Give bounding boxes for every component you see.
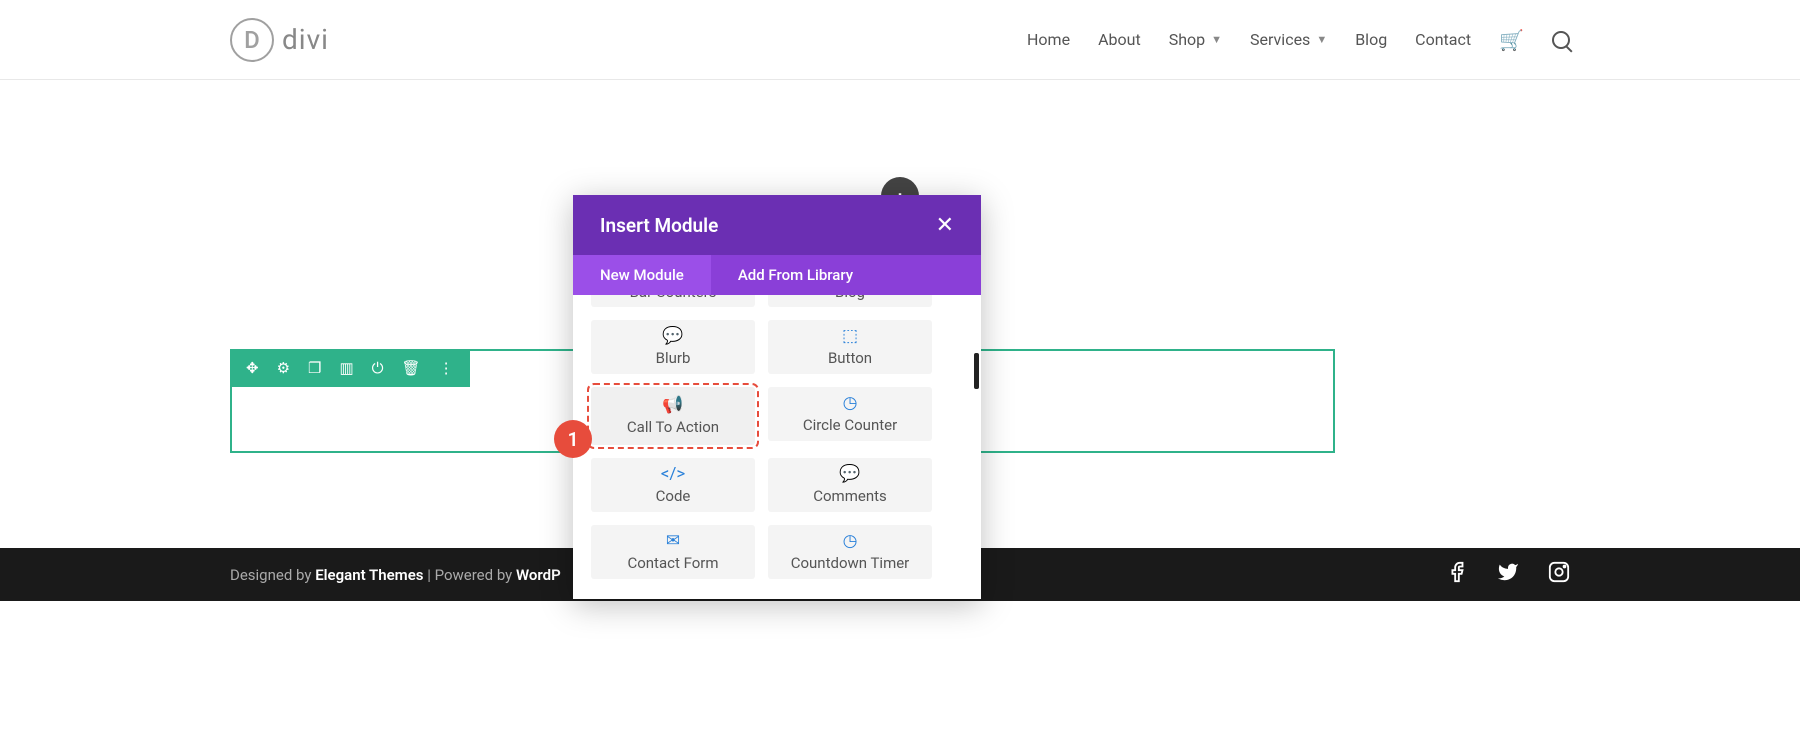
- footer-brand[interactable]: Elegant Themes: [315, 566, 423, 584]
- timer-icon: ◷: [843, 533, 858, 550]
- chat-icon: 💬: [662, 328, 683, 345]
- settings-icon[interactable]: ⚙: [277, 359, 290, 377]
- instagram-icon[interactable]: [1548, 561, 1570, 589]
- cart-icon[interactable]: 🛒: [1499, 28, 1524, 52]
- module-grid: Bar Counters Blog 💬 Blurb ⬚ Button 📢 Cal…: [591, 295, 963, 579]
- logo[interactable]: D divi: [230, 18, 329, 62]
- logo-text: divi: [282, 23, 329, 56]
- module-bar-counters[interactable]: Bar Counters: [591, 295, 755, 307]
- modal-tabs: New Module Add From Library: [573, 255, 981, 295]
- editor-area: + ✥ ⚙ ❐ ▥ ⏻ 🗑 ⋮ Insert Module ✕ New Modu…: [0, 80, 1800, 731]
- nav-shop-label: Shop: [1169, 30, 1205, 49]
- module-label: Code: [656, 487, 691, 505]
- close-icon[interactable]: ✕: [936, 213, 954, 238]
- module-blurb[interactable]: 💬 Blurb: [591, 320, 755, 374]
- footer-platform[interactable]: WordP: [516, 566, 561, 584]
- more-icon[interactable]: ⋮: [439, 359, 454, 377]
- move-icon[interactable]: ✥: [246, 359, 259, 377]
- scrollbar-thumb[interactable]: [974, 353, 979, 389]
- power-icon[interactable]: ⏻: [372, 359, 384, 377]
- code-icon: </>: [661, 466, 686, 483]
- nav-shop[interactable]: Shop ▼: [1169, 30, 1222, 49]
- tab-new-module[interactable]: New Module: [573, 255, 711, 295]
- duplicate-icon[interactable]: ❐: [308, 359, 321, 377]
- insert-module-modal: Insert Module ✕ New Module Add From Libr…: [573, 195, 981, 599]
- module-contact-form[interactable]: ✉ Contact Form: [591, 525, 755, 579]
- chevron-down-icon: ▼: [1316, 33, 1327, 46]
- module-label: Blog: [835, 295, 865, 301]
- search-icon[interactable]: [1552, 31, 1570, 49]
- module-label: Contact Form: [627, 554, 718, 572]
- modal-body: Bar Counters Blog 💬 Blurb ⬚ Button 📢 Cal…: [573, 295, 981, 599]
- button-icon: ⬚: [842, 328, 858, 345]
- module-blog[interactable]: Blog: [768, 295, 932, 307]
- chevron-down-icon: ▼: [1211, 33, 1222, 46]
- circle-counter-icon: ◷: [843, 395, 858, 412]
- module-circle-counter[interactable]: ◷ Circle Counter: [768, 387, 932, 441]
- module-code[interactable]: </> Code: [591, 458, 755, 512]
- megaphone-icon: 📢: [662, 397, 683, 414]
- twitter-icon[interactable]: [1496, 561, 1520, 589]
- columns-icon[interactable]: ▥: [339, 359, 353, 377]
- module-label: Comments: [813, 487, 887, 505]
- site-header: D divi Home About Shop ▼ Services ▼ Blog…: [0, 0, 1800, 80]
- nav-contact[interactable]: Contact: [1415, 30, 1471, 49]
- nav-services-label: Services: [1250, 30, 1310, 49]
- row-toolbar: ✥ ⚙ ❐ ▥ ⏻ 🗑 ⋮: [230, 349, 470, 387]
- module-label: Blurb: [656, 349, 691, 367]
- module-comments[interactable]: 💬 Comments: [768, 458, 932, 512]
- module-button[interactable]: ⬚ Button: [768, 320, 932, 374]
- envelope-icon: ✉: [666, 533, 680, 550]
- module-call-to-action[interactable]: 📢 Call To Action: [591, 387, 755, 445]
- module-label: Countdown Timer: [791, 554, 910, 572]
- module-label: Call To Action: [627, 418, 719, 436]
- facebook-icon[interactable]: [1446, 561, 1468, 589]
- module-label: Bar Counters: [630, 295, 717, 301]
- main-nav: Home About Shop ▼ Services ▼ Blog Contac…: [1027, 28, 1570, 52]
- module-label: Button: [828, 349, 872, 367]
- module-countdown-timer[interactable]: ◷ Countdown Timer: [768, 525, 932, 579]
- footer-credits: Designed by Elegant Themes | Powered by …: [230, 566, 561, 584]
- modal-title: Insert Module: [600, 214, 718, 237]
- tab-add-from-library[interactable]: Add From Library: [711, 255, 880, 295]
- annotation-badge: 1: [554, 420, 592, 458]
- module-label: Circle Counter: [803, 416, 897, 434]
- comments-icon: 💬: [839, 466, 860, 483]
- nav-home[interactable]: Home: [1027, 30, 1070, 49]
- nav-about[interactable]: About: [1098, 30, 1141, 49]
- nav-blog[interactable]: Blog: [1355, 30, 1387, 49]
- modal-header: Insert Module ✕: [573, 195, 981, 255]
- social-icons: [1446, 561, 1570, 589]
- nav-services[interactable]: Services ▼: [1250, 30, 1327, 49]
- footer-powered-by: | Powered by: [423, 566, 516, 584]
- logo-icon: D: [230, 18, 274, 62]
- footer-designed-by: Designed by: [230, 566, 315, 584]
- delete-icon[interactable]: 🗑: [402, 359, 421, 377]
